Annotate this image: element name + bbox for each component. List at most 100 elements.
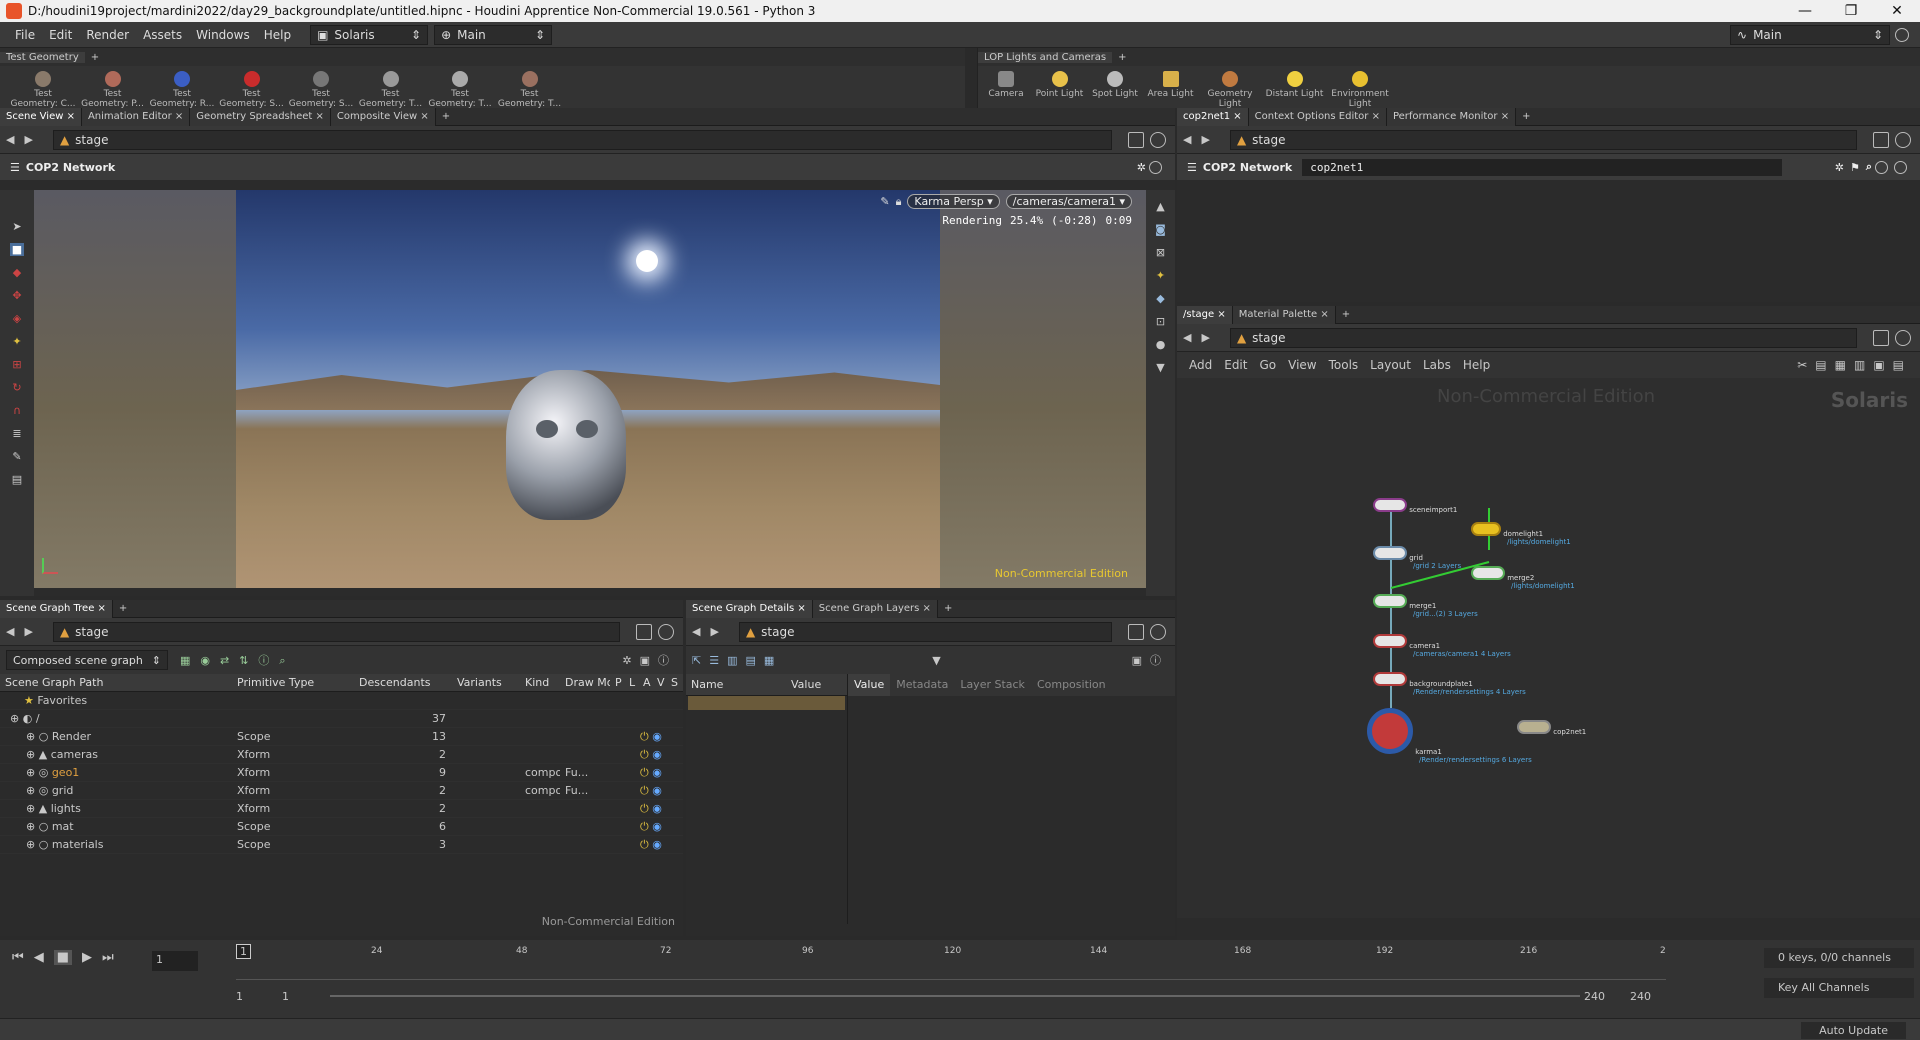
current-frame-marker[interactable]: 1: [236, 944, 251, 959]
forward-arrow-icon[interactable]: ▶: [24, 625, 32, 638]
expand-icon[interactable]: ⊕: [26, 838, 35, 851]
desktop-select[interactable]: ▣ Solaris ⇕: [310, 24, 429, 45]
layers-icon[interactable]: ≣: [12, 427, 21, 440]
auto-update-select[interactable]: Auto Update: [1801, 1022, 1906, 1039]
tab-context-options[interactable]: Context Options Editor ×: [1248, 107, 1387, 126]
link-icon[interactable]: [1895, 131, 1911, 148]
tab-animation-editor[interactable]: Animation Editor ×: [81, 107, 191, 126]
table-row[interactable]: ⊕ ○ Render Scope 13 ⏻ ◉: [0, 728, 683, 746]
back-arrow-icon[interactable]: ◀: [1183, 331, 1191, 344]
col-s[interactable]: S: [666, 676, 680, 689]
node-karma1[interactable]: karma1/Render/rendersettings 6 Layers: [1367, 708, 1532, 764]
tool-test-geometry-toy[interactable]: Test Geometry: T...: [497, 69, 563, 111]
range-slider[interactable]: [330, 995, 1580, 997]
visibility-icons[interactable]: ⏻ ◉: [610, 820, 666, 834]
timeline-ruler[interactable]: 1 24 48 72 96 120 144 168 192 216 2: [236, 944, 1666, 980]
net-menu-labs[interactable]: Labs: [1417, 358, 1457, 372]
visibility-icons[interactable]: ⏻ ◉: [610, 838, 666, 852]
magnet-icon[interactable]: ∩: [13, 404, 21, 417]
expand-icon[interactable]: ⊕: [26, 730, 35, 743]
tool-point-light[interactable]: Point Light: [1034, 69, 1086, 111]
expand-icon[interactable]: ⊕: [26, 748, 35, 761]
net-menu-go[interactable]: Go: [1253, 358, 1282, 372]
filter-icon[interactable]: ▼: [932, 654, 940, 667]
col-kind[interactable]: Kind: [520, 676, 560, 689]
net-menu-tools[interactable]: Tools: [1323, 358, 1365, 372]
col-value[interactable]: Value: [786, 678, 846, 691]
table-row[interactable]: ⊕ ◐ / 37: [0, 710, 683, 728]
expand-icon[interactable]: ⊕: [10, 712, 19, 725]
tool-test-geometry-rubbertoy[interactable]: Test Geometry: R...: [149, 69, 215, 111]
tab-metadata[interactable]: Metadata: [890, 674, 954, 696]
tool-distant-light[interactable]: Distant Light: [1264, 69, 1326, 111]
node-domelight1[interactable]: domelight1/lights/domelight1: [1471, 522, 1571, 546]
link-icon[interactable]: [1150, 131, 1166, 148]
network-editor[interactable]: Non-Commercial Edition Solaris sceneimpo…: [1177, 378, 1920, 918]
table-row[interactable]: ⊕ ○ materials Scope 3 ⏻ ◉: [0, 836, 683, 854]
node-camera1[interactable]: camera1/cameras/camera1 4 Layers: [1373, 634, 1511, 658]
sgd-view-icons[interactable]: ⇱☰▥▤▦: [692, 654, 782, 667]
menu-file[interactable]: File: [8, 28, 42, 42]
add-tab-icon[interactable]: +: [938, 603, 958, 614]
transform-icon[interactable]: ⊞: [12, 358, 21, 371]
network-toolbar-icons[interactable]: ✂▤▦▥▣▤: [1797, 358, 1920, 372]
cell-draw-mode[interactable]: Fu...: [560, 766, 610, 779]
link-icon[interactable]: [658, 623, 674, 640]
menu-help[interactable]: Help: [257, 28, 298, 42]
col-descendants[interactable]: Descendants: [354, 676, 452, 689]
tool-area-light[interactable]: Area Light: [1145, 69, 1197, 111]
key-all-channels-select[interactable]: Key All Channels: [1764, 978, 1914, 998]
shelf-tab-lop-lights[interactable]: LOP Lights and Cameras: [978, 51, 1113, 63]
pin-icon[interactable]: [1873, 329, 1889, 346]
col-p[interactable]: P: [610, 676, 624, 689]
menu-windows[interactable]: Windows: [189, 28, 257, 42]
tab-cop2net1[interactable]: cop2net1 ×: [1177, 107, 1249, 126]
col-draw-mode[interactable]: Draw Mo: [560, 676, 610, 689]
help-icon[interactable]: [1894, 160, 1907, 174]
net-menu-help[interactable]: Help: [1457, 358, 1496, 372]
gear-icon[interactable]: ✲: [1137, 161, 1146, 174]
flag-icon[interactable]: ⚑: [1850, 161, 1860, 174]
table-row[interactable]: ⊕ ○ mat Scope 6 ⏻ ◉: [0, 818, 683, 836]
pin-icon[interactable]: [1873, 131, 1889, 148]
snapshot-icon[interactable]: ◙: [1155, 223, 1166, 236]
table-row[interactable]: ⊕ ▲ cameras Xform 2 ⏻ ◉: [0, 746, 683, 764]
tool-geometry-light[interactable]: Geometry Light: [1200, 69, 1260, 111]
info-icon[interactable]: [1875, 160, 1888, 174]
help-icon[interactable]: [1895, 27, 1909, 42]
node-cop2net1[interactable]: cop2net1: [1517, 720, 1586, 736]
frame-field[interactable]: 1: [152, 951, 198, 971]
node-sceneimport1[interactable]: sceneimport1: [1373, 498, 1457, 514]
back-arrow-icon[interactable]: ◀: [692, 625, 700, 638]
select-icon[interactable]: ➤: [12, 220, 21, 233]
display-options-icon[interactable]: ⊠: [1156, 246, 1165, 259]
node-grid[interactable]: grid/grid 2 Layers: [1373, 546, 1461, 570]
scroll-down-icon[interactable]: ▼: [1156, 361, 1164, 374]
sgd-right-icons[interactable]: ▣ⓘ: [1132, 652, 1169, 668]
add-tab-icon[interactable]: +: [436, 111, 456, 122]
link-icon[interactable]: [1895, 329, 1911, 346]
col-a[interactable]: A: [638, 676, 652, 689]
back-arrow-icon[interactable]: ◀: [1183, 133, 1191, 146]
cell-draw-mode[interactable]: Fu...: [560, 784, 610, 797]
add-shelf-tab-icon[interactable]: +: [85, 52, 105, 63]
gear-icon[interactable]: ✲: [1835, 161, 1844, 174]
expand-icon[interactable]: ⊕: [26, 766, 35, 779]
shading-icon[interactable]: ◆: [1156, 292, 1164, 305]
node-merge1[interactable]: merge1/grid...(2) 3 Layers: [1373, 594, 1478, 618]
expand-icon[interactable]: ⊕: [26, 802, 35, 815]
back-arrow-icon[interactable]: ◀: [6, 625, 14, 638]
tool-test-geometry-squab[interactable]: Test Geometry: S...: [288, 69, 354, 111]
visibility-icons[interactable]: ⏻ ◉: [610, 730, 666, 744]
table-row[interactable]: ⊕ ◎ grid Xform 2 compo Fu... ⏻ ◉: [0, 782, 683, 800]
forward-arrow-icon[interactable]: ▶: [710, 625, 718, 638]
tab-layer-stack[interactable]: Layer Stack: [954, 674, 1031, 696]
tool-spot-light[interactable]: Spot Light: [1089, 69, 1141, 111]
node-backgroundplate1[interactable]: backgroundplate1/Render/rendersettings 4…: [1373, 672, 1526, 696]
col-variants[interactable]: Variants: [452, 676, 520, 689]
pencil-icon[interactable]: ✎: [880, 195, 889, 208]
link-icon[interactable]: [1150, 623, 1166, 640]
lights-display-icon[interactable]: ✦: [1156, 269, 1165, 282]
move-icon[interactable]: ✥: [12, 289, 21, 302]
viewer-path-field[interactable]: ▲ stage: [52, 129, 1112, 150]
